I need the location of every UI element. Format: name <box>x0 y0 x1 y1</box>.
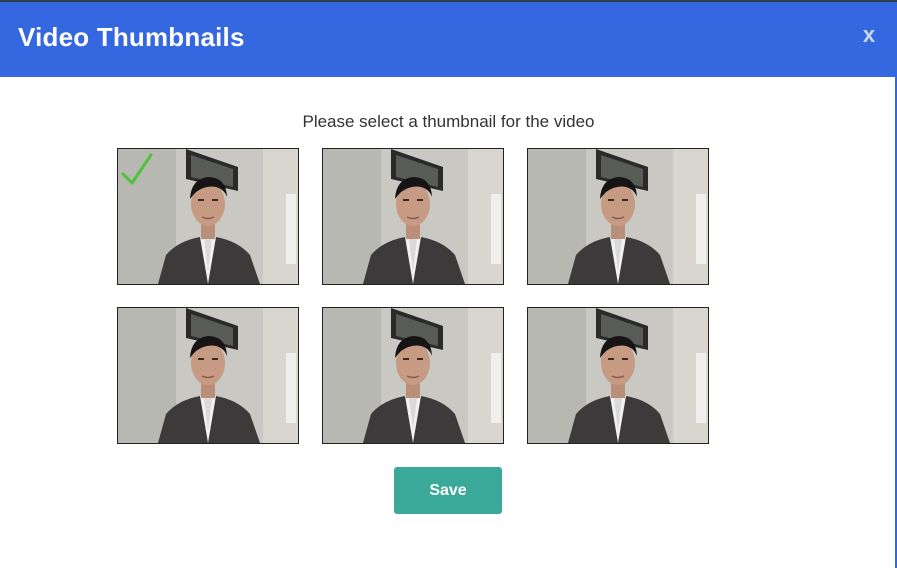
modal-header: Video Thumbnails x <box>0 2 897 77</box>
thumbnail-option-3[interactable] <box>527 148 709 285</box>
thumbnail-option-1[interactable] <box>117 148 299 285</box>
save-button[interactable]: Save <box>394 467 502 514</box>
thumbnail-prompt: Please select a thumbnail for the video <box>302 112 595 131</box>
video-frame-image <box>323 308 503 443</box>
close-icon[interactable]: x <box>859 22 879 47</box>
thumbnail-option-5[interactable] <box>322 307 504 444</box>
video-frame-image <box>118 308 298 443</box>
thumbnail-option-4[interactable] <box>117 307 299 444</box>
checkmark-icon <box>121 153 153 185</box>
video-frame-image <box>528 308 708 443</box>
thumbnail-grid <box>117 148 709 445</box>
modal-title: Video Thumbnails <box>18 22 245 52</box>
video-frame-image <box>528 149 708 284</box>
thumbnail-option-2[interactable] <box>322 148 504 285</box>
video-frame-image <box>323 149 503 284</box>
video-thumbnails-modal: Video Thumbnails x Please select a thumb… <box>0 0 897 568</box>
thumbnail-option-6[interactable] <box>527 307 709 444</box>
